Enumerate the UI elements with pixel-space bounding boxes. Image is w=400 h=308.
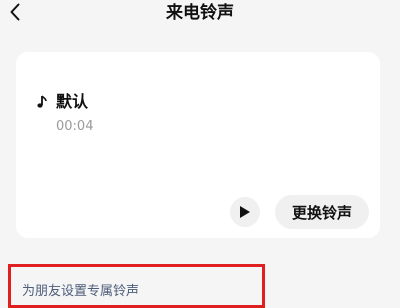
music-note-icon	[36, 95, 48, 109]
ringtone-card: 默认 00:04 更换铃声	[16, 52, 380, 238]
ringtone-name: 默认	[56, 92, 89, 111]
ringtone-duration: 00:04	[56, 119, 94, 134]
play-icon	[240, 206, 250, 218]
set-friend-ringtone-link[interactable]: 为朋友设置专属铃声	[22, 284, 139, 300]
page-title: 来电铃声	[166, 3, 234, 23]
change-ringtone-button[interactable]: 更换铃声	[275, 195, 369, 229]
navigation-bar: 来电铃声	[0, 0, 400, 30]
play-button[interactable]	[230, 197, 260, 227]
